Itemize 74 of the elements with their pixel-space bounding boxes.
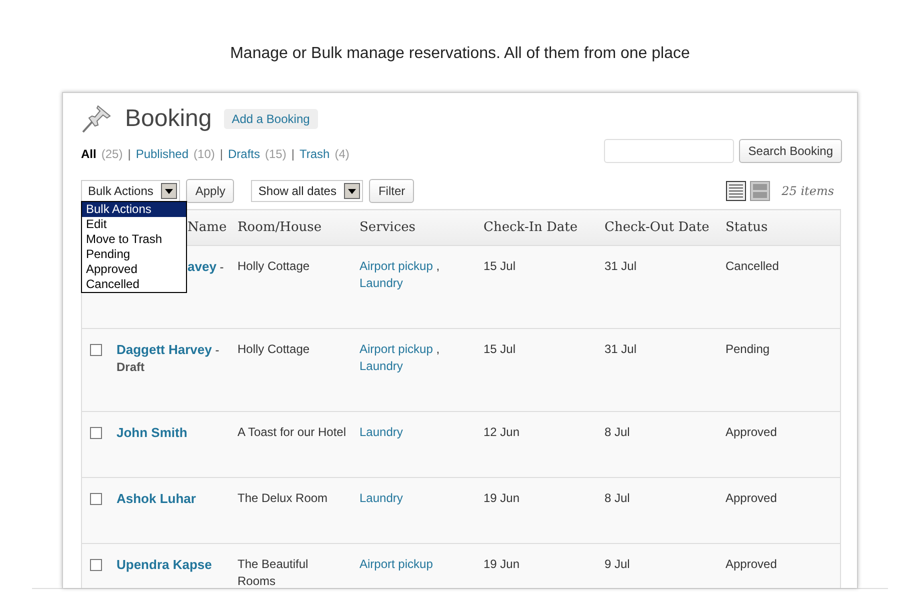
view-count: (15): [265, 147, 286, 161]
status-cell: Approved: [726, 557, 777, 571]
check-in-cell: 19 Jun: [484, 557, 520, 571]
room-cell: Holly Cottage: [238, 259, 310, 273]
menu-option[interactable]: Edit: [82, 217, 186, 232]
menu-option[interactable]: Move to Trash: [82, 232, 186, 247]
row-checkbox[interactable]: [90, 344, 102, 356]
view-link[interactable]: Drafts: [228, 147, 260, 161]
column-header[interactable]: Services: [360, 220, 416, 235]
service-link[interactable]: Airport pickup: [360, 342, 433, 356]
menu-option[interactable]: Bulk Actions: [82, 202, 186, 217]
menu-option[interactable]: Approved: [82, 262, 186, 277]
draft-label: Draft: [116, 360, 145, 374]
row-checkbox[interactable]: [90, 493, 102, 505]
caret-icon: [165, 188, 174, 194]
bulk-actions-dropdown[interactable]: Bulk Actions: [81, 180, 180, 202]
caret-icon: [348, 188, 356, 194]
caption-text: Manage or Bulk manage reservations. All of them from one place: [230, 45, 690, 62]
check-in-cell: 19 Jun: [484, 491, 520, 505]
service-link[interactable]: Laundry: [360, 491, 403, 505]
booking-name-link[interactable]: Daggett Harvey: [116, 342, 212, 357]
list-view-icon[interactable]: [726, 181, 746, 201]
view-link[interactable]: Published: [136, 147, 189, 161]
check-in-cell: 15 Jul: [484, 259, 516, 273]
booking-name-link[interactable]: John Smith: [116, 425, 188, 440]
row-checkbox[interactable]: [90, 559, 102, 571]
view-count: (4): [334, 147, 350, 161]
separator: |: [220, 147, 223, 161]
add-booking-button[interactable]: Add a Booking: [224, 109, 318, 129]
room-cell: The Beautiful Rooms: [238, 557, 308, 588]
pushpin-icon: [81, 104, 113, 134]
check-out-cell: 8 Jul: [604, 491, 630, 505]
view-count: (10): [194, 147, 215, 161]
date-filter-dropdown[interactable]: Show all dates: [251, 180, 364, 202]
booking-name-link[interactable]: avey: [188, 259, 216, 274]
apply-button[interactable]: Apply: [186, 179, 234, 203]
separator: |: [291, 147, 294, 161]
check-out-cell: 31 Jul: [604, 259, 637, 273]
service-link[interactable]: Laundry: [360, 276, 403, 290]
service-link[interactable]: Laundry: [360, 425, 403, 439]
room-cell: Holly Cottage: [238, 342, 310, 356]
separator: |: [128, 147, 131, 161]
service-link[interactable]: Airport pickup: [360, 557, 433, 571]
column-header[interactable]: Name: [188, 220, 227, 235]
check-out-cell: 31 Jul: [604, 342, 637, 356]
status-cell: Pending: [726, 342, 770, 356]
dash: -: [220, 260, 224, 274]
service-link[interactable]: Airport pickup: [360, 259, 433, 273]
menu-option[interactable]: Cancelled: [82, 277, 186, 292]
view-count: (25): [101, 147, 123, 161]
check-in-cell: 12 Jun: [484, 425, 520, 439]
search-field[interactable]: [604, 139, 734, 163]
check-out-cell: 8 Jul: [604, 425, 630, 439]
service-link[interactable]: Laundry: [360, 359, 403, 373]
page-title: Booking: [125, 105, 212, 133]
comma: ,: [436, 342, 440, 356]
booking-name-link[interactable]: Ashok Luhar: [116, 491, 196, 506]
column-header[interactable]: Status: [726, 220, 768, 235]
view-link[interactable]: All: [81, 147, 96, 161]
item-count: 25 items: [782, 184, 834, 198]
status-cell: Approved: [726, 425, 777, 439]
dash: -: [215, 343, 220, 357]
view-link[interactable]: Trash: [299, 147, 330, 161]
status-cell: Approved: [726, 491, 777, 505]
menu-option[interactable]: Pending: [82, 247, 186, 262]
row-checkbox[interactable]: [90, 427, 102, 439]
room-cell: The Delux Room: [238, 491, 328, 505]
comma: ,: [436, 259, 440, 273]
search-button[interactable]: Search Booking: [739, 139, 842, 163]
filter-button[interactable]: Filter: [369, 179, 414, 203]
status-cell: Cancelled: [726, 259, 779, 273]
check-out-cell: 9 Jul: [604, 557, 630, 571]
room-cell: A Toast for our Hotel: [238, 425, 346, 439]
check-in-cell: 15 Jul: [484, 342, 516, 356]
